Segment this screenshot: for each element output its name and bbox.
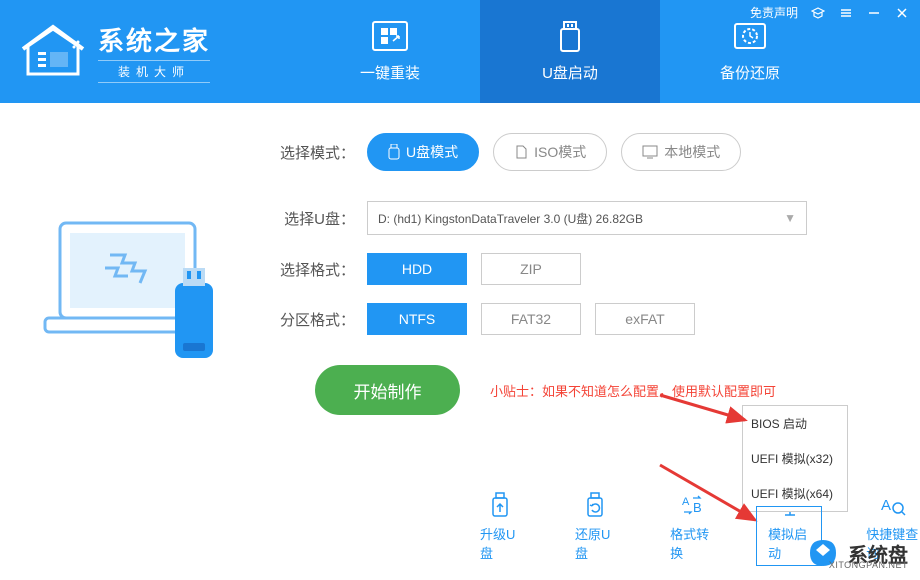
tool-restore-usb[interactable]: 还原U盘 — [575, 492, 615, 562]
main-content: 选择模式： U盘模式 ISO模式 本地模式 选择U盘： D: (hd1) Kin… — [0, 103, 920, 415]
mode-iso-button[interactable]: ISO模式 — [493, 133, 607, 171]
form-area: 选择模式： U盘模式 ISO模式 本地模式 选择U盘： D: (hd1) Kin… — [270, 133, 920, 415]
dropdown-item-uefi32[interactable]: UEFI 模拟(x32) — [743, 441, 847, 476]
logo-subtitle: 装机大师 — [98, 60, 210, 83]
chevron-down-icon: ▼ — [784, 211, 796, 225]
tab-label: U盘启动 — [542, 62, 598, 83]
disclaimer-link[interactable]: 免责声明 — [750, 4, 798, 21]
usb-restore-icon — [581, 492, 609, 518]
partition-exfat-button[interactable]: exFAT — [595, 303, 695, 335]
usb-small-icon — [388, 144, 400, 160]
watermark: 系统盘 XITONGPAN.NET — [804, 534, 908, 572]
mode-usb-button[interactable]: U盘模式 — [367, 133, 479, 171]
usb-up-icon — [486, 492, 514, 518]
tool-format-convert[interactable]: AB 格式转换 — [670, 492, 713, 562]
logo-area: 系统之家 装机大师 — [0, 21, 300, 83]
graduation-icon[interactable] — [810, 5, 826, 21]
minimize-button[interactable] — [866, 5, 882, 21]
tip-text: 小贴士：如果不知道怎么配置，使用默认配置即可 — [490, 381, 776, 400]
format-hdd-button[interactable]: HDD — [367, 253, 467, 285]
house-logo-icon — [18, 24, 88, 79]
tab-label: 一键重装 — [360, 62, 420, 83]
watermark-url: XITONGPAN.NET — [829, 560, 908, 570]
partition-fat32-button[interactable]: FAT32 — [481, 303, 581, 335]
monitor-icon — [642, 145, 658, 159]
format-convert-icon: AB — [678, 492, 706, 518]
mode-label: 选择模式： — [270, 142, 355, 163]
tab-label: 备份还原 — [720, 62, 780, 83]
usb-select-label: 选择U盘： — [270, 208, 355, 229]
mode-local-button[interactable]: 本地模式 — [621, 133, 741, 171]
tool-upgrade-usb[interactable]: 升级U盘 — [480, 492, 520, 562]
illustration-area — [0, 133, 270, 415]
svg-text:A: A — [881, 497, 891, 514]
start-create-button[interactable]: 开始制作 — [315, 365, 460, 415]
partition-ntfs-button[interactable]: NTFS — [367, 303, 467, 335]
tab-reinstall[interactable]: 一键重装 — [300, 0, 480, 103]
format-zip-button[interactable]: ZIP — [481, 253, 581, 285]
tab-usb-boot[interactable]: U盘启动 — [480, 0, 660, 103]
close-button[interactable] — [894, 5, 910, 21]
logo-title: 系统之家 — [98, 21, 210, 58]
boot-mode-dropdown: BIOS 启动 UEFI 模拟(x32) UEFI 模拟(x64) — [742, 405, 848, 512]
menu-icon[interactable] — [838, 5, 854, 21]
laptop-usb-illustration — [35, 213, 235, 393]
titlebar-controls: 免责声明 — [750, 4, 910, 21]
hotkey-search-icon: A — [879, 492, 907, 518]
usb-drive-icon — [551, 20, 589, 54]
partition-label: 分区格式： — [270, 309, 355, 330]
iso-file-icon — [514, 145, 528, 159]
svg-text:B: B — [693, 500, 702, 515]
svg-text:A: A — [682, 496, 690, 508]
usb-select-value: D: (hd1) KingstonDataTraveler 3.0 (U盘) 2… — [378, 210, 643, 227]
dropdown-item-bios[interactable]: BIOS 启动 — [743, 406, 847, 441]
window-refresh-icon — [371, 20, 409, 54]
restore-icon — [731, 20, 769, 54]
usb-select-dropdown[interactable]: D: (hd1) KingstonDataTraveler 3.0 (U盘) 2… — [367, 201, 807, 235]
format-label: 选择格式： — [270, 259, 355, 280]
